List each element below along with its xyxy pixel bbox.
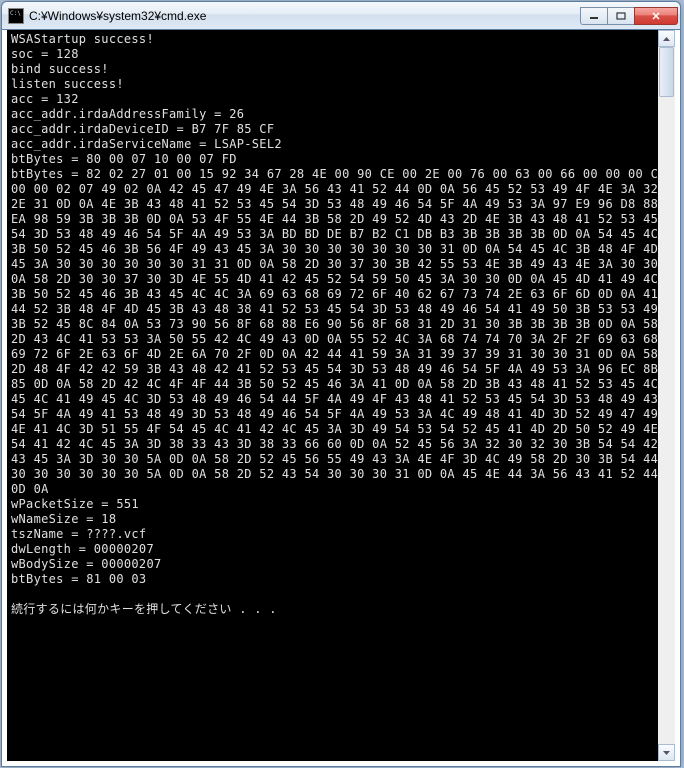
maximize-button[interactable] (607, 7, 635, 25)
close-button[interactable] (634, 7, 678, 25)
vertical-scrollbar[interactable] (658, 30, 675, 761)
cmd-window: C:¥Windows¥system32¥cmd.exe WSAStartup s… (1, 1, 681, 767)
console-client-area: WSAStartup success! soc = 128 bind succe… (7, 30, 675, 761)
cursor (11, 618, 18, 631)
scroll-down-button[interactable] (658, 744, 675, 761)
minimize-button[interactable] (580, 7, 608, 25)
cmd-icon (8, 8, 24, 24)
scrollbar-thumb[interactable] (659, 47, 674, 97)
window-title: C:¥Windows¥system32¥cmd.exe (29, 9, 581, 23)
window-buttons (581, 7, 678, 25)
scrollbar-track[interactable] (658, 47, 675, 744)
console-output: WSAStartup success! soc = 128 bind succe… (7, 30, 675, 634)
titlebar[interactable]: C:¥Windows¥system32¥cmd.exe (2, 2, 680, 30)
scroll-up-button[interactable] (658, 30, 675, 47)
